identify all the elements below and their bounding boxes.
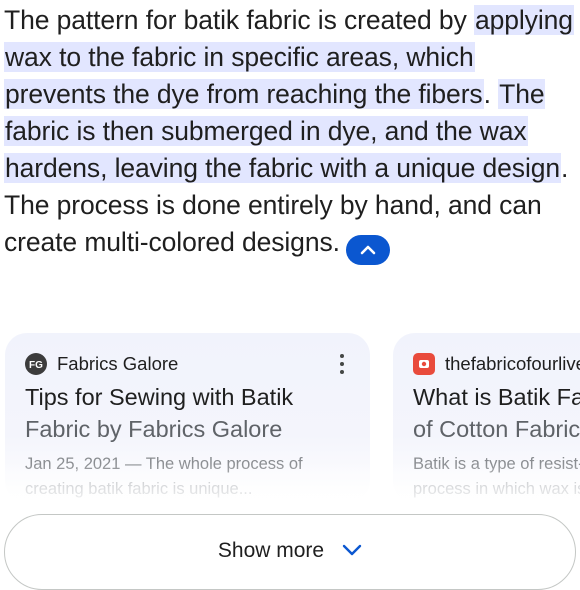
source-card-fabrics-galore[interactable]: FG Fabrics Galore Tips for Sewing with B… xyxy=(5,333,370,503)
chevron-up-icon xyxy=(360,245,376,255)
fabrics-galore-favicon-icon: FG xyxy=(25,353,47,375)
answer-text-intro: The pattern for batik fabric is created … xyxy=(4,5,474,35)
show-more-label: Show more xyxy=(217,539,325,562)
card-title-line-2: of Cotton Fabric xyxy=(413,416,580,442)
card-snippet-line-2: process in which wax is... xyxy=(413,480,580,498)
svg-text:FG: FG xyxy=(29,360,43,370)
source-name: thefabricofourlives.com xyxy=(445,353,580,374)
card-title[interactable]: What is Batik Fabric? of Cotton Fabric xyxy=(413,381,580,445)
collapse-button[interactable] xyxy=(345,235,390,265)
thefabricofourlives-favicon-icon xyxy=(413,353,435,375)
source-header: FG Fabrics Galore xyxy=(25,353,178,375)
answer-text-separator: . xyxy=(483,79,499,109)
source-header: thefabricofourlives.com xyxy=(413,353,580,375)
card-snippet: Batik is a type of resist-dye process in … xyxy=(413,452,580,502)
card-snippet-line-1: Jan 25, 2021 — The whole process of xyxy=(25,455,303,473)
card-snippet-line-2: creating batik fabric is unique... xyxy=(25,480,253,498)
card-title[interactable]: Tips for Sewing with Batik Fabric by Fabr… xyxy=(25,381,293,445)
card-title-line-1: Tips for Sewing with Batik xyxy=(25,384,294,410)
chevron-down-icon xyxy=(342,544,362,556)
card-snippet: Jan 25, 2021 — The whole process of creat… xyxy=(25,452,303,502)
card-title-line-2: Fabric by Fabrics Galore xyxy=(25,416,283,442)
ai-answer-text: The pattern for batik fabric is created … xyxy=(4,2,578,265)
card-title-line-1: What is Batik Fabric? xyxy=(413,384,580,410)
source-name: Fabrics Galore xyxy=(57,353,179,374)
more-options-icon[interactable] xyxy=(336,352,348,376)
sources-carousel[interactable]: FG Fabrics Galore Tips for Sewing with B… xyxy=(0,333,580,503)
card-snippet-line-1: Batik is a type of resist-dye xyxy=(413,455,580,473)
source-card-thefabricofourlives[interactable]: thefabricofourlives.com What is Batik Fa… xyxy=(393,333,580,503)
